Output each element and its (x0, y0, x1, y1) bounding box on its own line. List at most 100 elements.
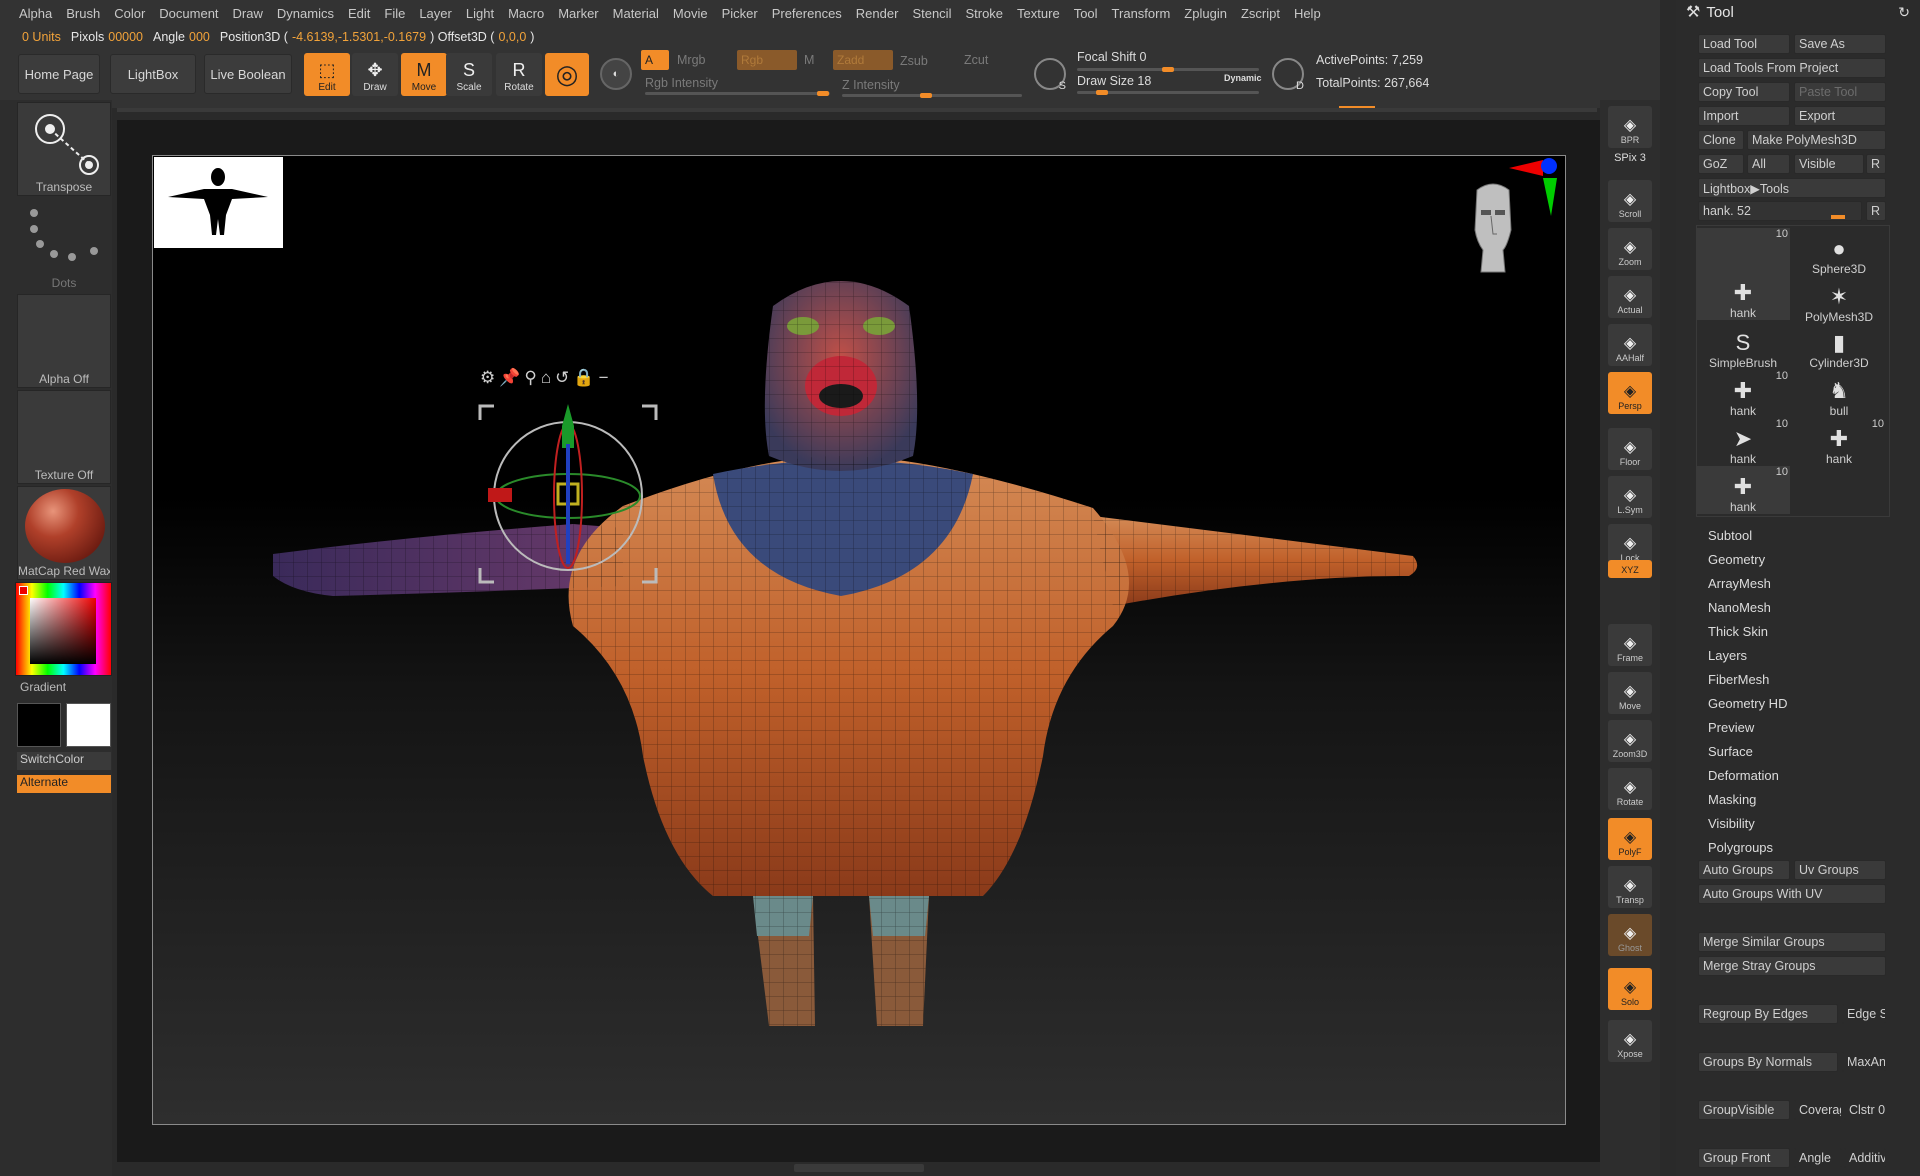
section-subtool[interactable]: Subtool (1708, 528, 1752, 543)
menu-dynamics[interactable]: Dynamics (270, 6, 341, 21)
shelf-actual-button[interactable]: ◈ Actual (1608, 276, 1652, 318)
color-picker[interactable] (15, 582, 112, 676)
section-fibermesh[interactable]: FiberMesh (1708, 672, 1769, 687)
angle-slider[interactable]: Angle (1794, 1148, 1842, 1168)
menu-marker[interactable]: Marker (551, 6, 605, 21)
scale-button[interactable]: S Scale (446, 53, 492, 96)
shelf-ghost-button[interactable]: ◈ Ghost (1608, 914, 1652, 956)
shelf-transp-button[interactable]: ◈ Transp (1608, 866, 1652, 908)
gizmo-lock-icon[interactable]: 🔒 (573, 368, 598, 387)
menu-zplugin[interactable]: Zplugin (1177, 6, 1234, 21)
additive-toggle[interactable]: Additive (1844, 1148, 1886, 1168)
export-button[interactable]: Export (1794, 106, 1886, 126)
tool-thumb-hank[interactable]: ✚ hank 10 (1696, 466, 1790, 514)
a-toggle[interactable]: A (641, 50, 669, 70)
shelf-aahalf-button[interactable]: ◈ AAHalf (1608, 324, 1652, 366)
color-saturation-square[interactable] (30, 598, 96, 664)
material-button[interactable]: MatCap Red Wax (17, 486, 111, 580)
groups-by-normals-button[interactable]: Groups By Normals (1698, 1052, 1838, 1072)
maxang-slider[interactable]: MaxAng (1842, 1052, 1886, 1072)
palette-refresh-icon[interactable]: ↻ (1898, 4, 1910, 21)
shelf-floor-button[interactable]: ◈ Floor (1608, 428, 1652, 470)
zsub-toggle[interactable]: Zsub (900, 54, 928, 68)
section-arraymesh[interactable]: ArrayMesh (1708, 576, 1771, 591)
alternate-button[interactable]: Alternate (17, 775, 111, 793)
shelf-l-sym-button[interactable]: ◈ L.Sym (1608, 476, 1652, 518)
tool-thumb-sphere3d[interactable]: ● Sphere3D (1792, 228, 1886, 276)
current-tool-r-button[interactable]: R (1866, 201, 1886, 221)
menu-help[interactable]: Help (1287, 6, 1328, 21)
draw-button[interactable]: ✥ Draw (352, 53, 398, 96)
rgb-intensity-slider[interactable] (645, 92, 830, 95)
gizmo-minus-icon[interactable]: − (599, 368, 613, 387)
copy-tool-button[interactable]: Copy Tool (1698, 82, 1790, 102)
main-color-swatch[interactable] (17, 703, 61, 747)
zcut-toggle[interactable]: Zcut (964, 53, 988, 67)
menu-tool[interactable]: Tool (1067, 6, 1105, 21)
tool-thumb-simplebrush[interactable]: S SimpleBrush (1696, 322, 1790, 370)
section-deformation[interactable]: Deformation (1708, 768, 1779, 783)
group-front-button[interactable]: Group Front (1698, 1148, 1790, 1168)
auto-groups-with-uv-button[interactable]: Auto Groups With UV (1698, 884, 1886, 904)
viewport-canvas[interactable]: ⚙📌⚲⌂↺🔒− (152, 155, 1566, 1125)
m-toggle[interactable]: M (804, 53, 814, 67)
menu-movie[interactable]: Movie (666, 6, 715, 21)
uv-groups-button[interactable]: Uv Groups (1794, 860, 1886, 880)
menu-texture[interactable]: Texture (1010, 6, 1067, 21)
draw-curve-icon[interactable]: D (1272, 58, 1304, 92)
lightbox-button[interactable]: LightBox (110, 54, 196, 94)
shelf-solo-button[interactable]: ◈ Solo (1608, 968, 1652, 1010)
gizmo-home-icon[interactable]: ⌂ (541, 368, 555, 387)
edit-button[interactable]: ⬚ Edit (304, 53, 350, 96)
shelf-xpose-button[interactable]: ◈ Xpose (1608, 1020, 1652, 1062)
shelf-scroll-button[interactable]: ◈ Scroll (1608, 180, 1652, 222)
current-tool-slider[interactable]: hank. 52 (1698, 201, 1862, 221)
tool-thumb-bull[interactable]: ♞ bull (1792, 370, 1886, 418)
dynamic-toggle[interactable]: Dynamic (1224, 73, 1262, 83)
menu-stroke[interactable]: Stroke (958, 6, 1010, 21)
edge-se-slider[interactable]: Edge Se (1842, 1004, 1886, 1024)
clone-button[interactable]: Clone (1698, 130, 1744, 150)
menu-layer[interactable]: Layer (412, 6, 459, 21)
zadd-toggle[interactable]: Zadd (833, 50, 893, 70)
import-button[interactable]: Import (1698, 106, 1790, 126)
shelf-spix-3-button[interactable]: SPix 3 (1608, 152, 1652, 170)
section-layers[interactable]: Layers (1708, 648, 1747, 663)
shelf-persp-button[interactable]: ◈ Persp (1608, 372, 1652, 414)
section-polygroups[interactable]: Polygroups (1708, 840, 1773, 855)
rgb-toggle[interactable]: Rgb (737, 50, 797, 70)
menu-light[interactable]: Light (459, 6, 501, 21)
texture-button[interactable]: Texture Off (17, 390, 111, 484)
goz-visible-button[interactable]: Visible (1794, 154, 1864, 174)
shelf-xyz-button[interactable]: XYZ (1608, 560, 1652, 578)
gradient-label[interactable]: Gradient (20, 680, 66, 694)
move-button[interactable]: M Move (401, 53, 447, 96)
menu-color[interactable]: Color (107, 6, 152, 21)
lightbox-tools-button[interactable]: Lightbox▶Tools (1698, 178, 1886, 198)
section-visibility[interactable]: Visibility (1708, 816, 1755, 831)
shelf-move-button[interactable]: ◈ Move (1608, 672, 1652, 714)
switchcolor-button[interactable]: SwitchColor (17, 752, 111, 770)
draw-size-knob[interactable] (1096, 90, 1108, 95)
tool-thumb-hank[interactable]: ➤ hank 10 (1696, 418, 1790, 466)
shelf-frame-button[interactable]: ◈ Frame (1608, 624, 1652, 666)
make-polymesh3d-button[interactable]: Make PolyMesh3D (1747, 130, 1886, 150)
section-preview[interactable]: Preview (1708, 720, 1754, 735)
tool-thumb-cylinder3d[interactable]: ▮ Cylinder3D (1792, 322, 1886, 370)
section-nanomesh[interactable]: NanoMesh (1708, 600, 1771, 615)
tool-thumb-hank[interactable]: ✚ hank 10 (1696, 370, 1790, 418)
menu-render[interactable]: Render (849, 6, 906, 21)
tool-thumb-polymesh3d[interactable]: ✶ PolyMesh3D (1792, 276, 1886, 324)
rotate-button[interactable]: R Rotate (496, 53, 542, 96)
stroke-dots-button[interactable]: Dots (17, 198, 111, 292)
shelf-rotate-button[interactable]: ◈ Rotate (1608, 768, 1652, 810)
clstr-slider[interactable]: Clstr 0. (1844, 1100, 1886, 1120)
paste-tool-button[interactable]: Paste Tool (1794, 82, 1886, 102)
shelf-bpr-button[interactable]: ◈ BPR (1608, 106, 1652, 148)
gizmo-toggle-button[interactable]: ◎ (545, 53, 589, 96)
tool-thumb-hank[interactable]: ✚ hank 10 (1696, 228, 1790, 320)
menu-picker[interactable]: Picker (715, 6, 765, 21)
home-page-button[interactable]: Home Page (18, 54, 100, 94)
z-intensity-slider[interactable] (842, 94, 1022, 97)
bottom-shelf-toggle[interactable] (794, 1164, 924, 1172)
